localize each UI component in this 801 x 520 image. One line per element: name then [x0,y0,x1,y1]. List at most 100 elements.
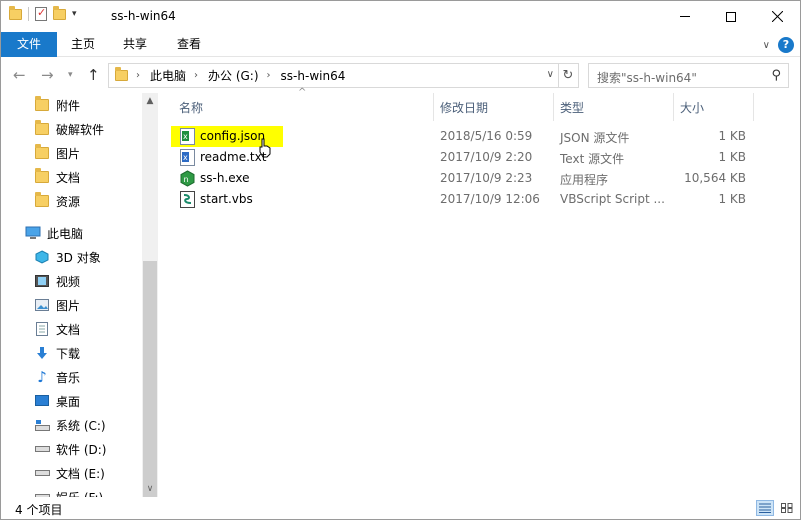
file-date: 2017/10/9 2:20 [440,150,533,164]
nav-item-label: 附件 [56,98,81,113]
file-size: 1 KB [718,150,746,164]
chevron-right-icon[interactable]: › [267,70,271,81]
file-list: ^ 名称 修改日期 类型 大小 x config.json 2018/5/16 … [171,87,771,497]
title-bar: ▾ ss-h-win64 [1,1,800,32]
nav-item-label: 资源 [56,194,81,209]
drive-icon [34,465,50,481]
nav-item-label: 此电脑 [47,226,84,241]
properties-icon[interactable] [35,6,47,21]
window-title: ss-h-win64 [111,9,176,23]
up-arrow-icon[interactable]: ↑ [87,66,100,84]
search-icon[interactable]: ⚲ [771,68,781,83]
file-size: 10,564 KB [684,171,746,185]
breadcrumb-drive-g[interactable]: 办公 (G:) [208,67,259,84]
nav-item-drive-d[interactable]: 软件 (D:) [34,437,106,461]
maximize-icon [726,11,736,22]
nav-item-pictures[interactable]: 图片 [34,293,80,317]
vbs-file-icon [180,191,195,208]
breadcrumb-this-pc[interactable]: 此电脑 [150,67,186,84]
file-row-config-json[interactable]: x config.json 2018/5/16 0:59 JSON 源文件 1 … [171,126,771,158]
nav-item-this-pc[interactable]: 此电脑 [25,221,83,245]
chevron-right-icon[interactable]: › [136,70,140,81]
new-folder-icon[interactable] [53,5,66,20]
folder-icon [35,96,49,111]
scroll-up-arrow-icon[interactable]: ▲ [142,93,158,109]
maximize-button[interactable] [708,1,754,32]
file-row-start-vbs[interactable]: start.vbs 2017/10/9 12:06 VBScript Scrip… [171,189,771,210]
file-type: JSON 源文件 [560,131,630,145]
nav-item-label: 3D 对象 [56,250,101,265]
nav-item-label: 文档 [56,170,81,185]
address-bar[interactable]: › 此电脑 › 办公 (G:) › ss-h-win64 ∨ [108,63,559,88]
nav-item-videos[interactable]: 视频 [34,269,80,293]
item-count: 4 个项目 [15,503,63,517]
file-type: Text 源文件 [560,152,625,166]
exe-file-icon: n [180,170,195,187]
nav-item-label: 软件 (D:) [56,442,107,457]
column-header-date[interactable]: 修改日期 [440,99,488,115]
nav-item-music[interactable]: ♪ 音乐 [34,365,80,389]
nav-item-documents[interactable]: 文档 [34,317,80,341]
nav-item-label: 系统 (C:) [56,418,106,433]
nav-item-drive-e[interactable]: 文档 (E:) [34,461,105,485]
file-name: config.json [200,129,266,143]
recent-locations-dropdown-icon[interactable]: ▾ [68,70,73,80]
location-folder-icon [115,67,128,81]
nav-item-downloads[interactable]: 下载 [34,341,80,365]
column-header-type[interactable]: 类型 [560,99,584,115]
column-divider[interactable] [553,93,554,121]
file-row-readme-txt[interactable]: x readme.txt 2017/10/9 2:20 Text 源文件 1 K… [171,147,771,168]
large-icons-view-button[interactable] [778,500,796,516]
download-icon [34,345,50,361]
quick-access-toolbar: ▾ [9,5,77,21]
close-button[interactable] [754,1,800,32]
desktop-icon [34,393,50,409]
nav-item-attachments[interactable]: 附件 [34,93,80,117]
file-row-ss-h-exe[interactable]: n ss-h.exe 2017/10/9 2:23 应用程序 10,564 KB [171,168,771,189]
search-box[interactable]: 搜索"ss-h-win64" ⚲ [588,63,789,88]
address-history-dropdown-icon[interactable]: ∨ [547,69,554,80]
nav-item-cracked-software[interactable]: 破解软件 [34,117,104,141]
svg-text:x: x [183,132,188,141]
forward-arrow-icon[interactable]: → [41,66,54,84]
tab-file[interactable]: 文件 [1,32,57,57]
details-view-button[interactable] [756,500,774,516]
column-divider[interactable] [673,93,674,121]
minimize-icon [680,16,690,17]
nav-item-3d-objects[interactable]: 3D 对象 [34,245,101,269]
scroll-down-arrow-icon[interactable]: ∨ [142,481,158,497]
tab-view[interactable]: 查看 [163,32,215,57]
tab-home[interactable]: 主页 [57,32,109,57]
breadcrumb-ss-h-win64[interactable]: ss-h-win64 [281,69,346,83]
nav-item-label: 图片 [56,146,81,161]
close-icon [771,11,783,22]
back-arrow-icon[interactable]: ← [13,66,26,84]
expand-ribbon-chevron-icon[interactable]: ∨ [763,40,770,51]
nav-item-drive-c[interactable]: 系统 (C:) [34,413,106,437]
nav-item-label: 破解软件 [56,122,105,137]
scrollbar-thumb[interactable] [143,261,157,515]
nav-item-pictures-quick[interactable]: 图片 [34,141,80,165]
file-name: ss-h.exe [200,171,250,185]
details-view-icon [759,503,771,513]
file-name: readme.txt [200,150,267,164]
nav-item-label: 音乐 [56,370,81,385]
nav-pane-scrollbar[interactable]: ▲ ∨ [142,93,158,515]
column-divider[interactable] [753,93,754,121]
nav-item-documents-quick[interactable]: 文档 [34,165,80,189]
nav-item-resources[interactable]: 资源 [34,189,80,213]
help-icon[interactable]: ? [778,37,794,53]
file-type: 应用程序 [560,173,609,187]
column-header-name[interactable]: 名称 [179,99,203,115]
minimize-button[interactable] [662,1,708,32]
nav-item-drive-f[interactable]: 娱乐 (F:) [34,485,103,497]
column-header-size[interactable]: 大小 [680,99,704,115]
tab-share[interactable]: 共享 [109,32,161,57]
drive-icon [34,489,50,497]
refresh-button[interactable]: ↻ [558,63,579,88]
nav-item-desktop[interactable]: 桌面 [34,389,80,413]
column-divider[interactable] [433,93,434,121]
chevron-right-icon[interactable]: › [194,70,198,81]
customize-toolbar-dropdown-icon[interactable]: ▾ [72,9,77,19]
svg-text:x: x [183,153,188,162]
